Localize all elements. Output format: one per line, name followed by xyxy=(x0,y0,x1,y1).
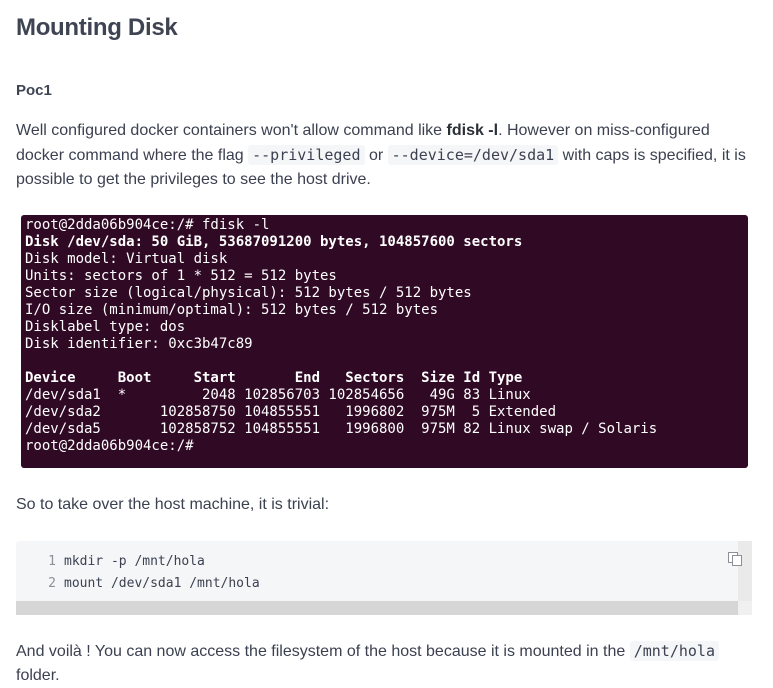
terminal-line: Sector size (logical/physical): 512 byte… xyxy=(25,285,472,301)
inline-code-device: --device=/dev/sda1 xyxy=(387,145,559,165)
terminal-line: Disklabel type: dos xyxy=(25,319,186,335)
line-number: 1 xyxy=(48,554,56,569)
section-title: Poc1 xyxy=(16,82,52,99)
text: And voilà ! You can now access the files… xyxy=(16,643,630,660)
terminal-line: Disk identifier: 0xc3b47c89 xyxy=(25,336,253,352)
inline-code-mount-path: /mnt/hola xyxy=(629,641,719,661)
horizontal-scrollbar[interactable] xyxy=(16,601,738,615)
copy-icon xyxy=(728,552,742,566)
terminal-line: Disk model: Virtual disk xyxy=(25,251,228,267)
terminal-line: /dev/sda1 * 2048 102856703 102854656 49G… xyxy=(25,387,531,403)
code-text: mount /dev/sda1 /mnt/hola xyxy=(64,576,260,591)
line-number: 2 xyxy=(48,576,56,591)
terminal-line: root@2dda06b904ce:/# xyxy=(25,438,194,454)
terminal-line: I/O size (minimum/optimal): 512 bytes / … xyxy=(25,302,439,318)
intro-paragraph: Well configured docker containers won't … xyxy=(16,119,761,192)
terminal-line: Disk /dev/sda: 50 GiB, 53687091200 bytes… xyxy=(25,234,523,250)
vertical-scrollbar[interactable] xyxy=(738,541,752,601)
copy-button[interactable] xyxy=(727,551,743,567)
takeover-paragraph: So to take over the host machine, it is … xyxy=(16,496,330,513)
text: or xyxy=(364,147,388,164)
terminal-line: root@2dda06b904ce:/# fdisk -l xyxy=(25,217,270,233)
code-text: mkdir -p /mnt/hola xyxy=(64,554,205,569)
text: folder. xyxy=(16,667,60,684)
terminal-line: /dev/sda2 102858750 104855551 1996802 97… xyxy=(25,404,557,420)
command-fdisk: fdisk -l xyxy=(446,122,499,139)
code-line: 2 mount /dev/sda1 /mnt/hola xyxy=(16,573,260,595)
inline-code-privileged: --privileged xyxy=(248,145,365,165)
page-title: Mounting Disk xyxy=(16,14,178,41)
terminal-line: Device Boot Start End Sectors Size Id Ty… xyxy=(25,370,523,386)
terminal-screenshot: root@2dda06b904ce:/# fdisk -l Disk /dev/s… xyxy=(21,215,748,468)
terminal-line: /dev/sda5 102858752 104855551 1996800 97… xyxy=(25,421,658,437)
terminal-line: Units: sectors of 1 * 512 = 512 bytes xyxy=(25,268,337,284)
text: Well configured docker containers won't … xyxy=(16,122,447,139)
code-lines: 1 mkdir -p /mnt/hola 2 mount /dev/sda1 /mnt… xyxy=(16,551,260,595)
scrollbar-corner xyxy=(738,601,752,615)
conclusion-paragraph: And voilà ! You can now access the files… xyxy=(16,639,761,688)
terminal-output: root@2dda06b904ce:/# fdisk -l Disk /dev/s… xyxy=(21,215,748,455)
code-line: 1 mkdir -p /mnt/hola xyxy=(16,551,260,573)
